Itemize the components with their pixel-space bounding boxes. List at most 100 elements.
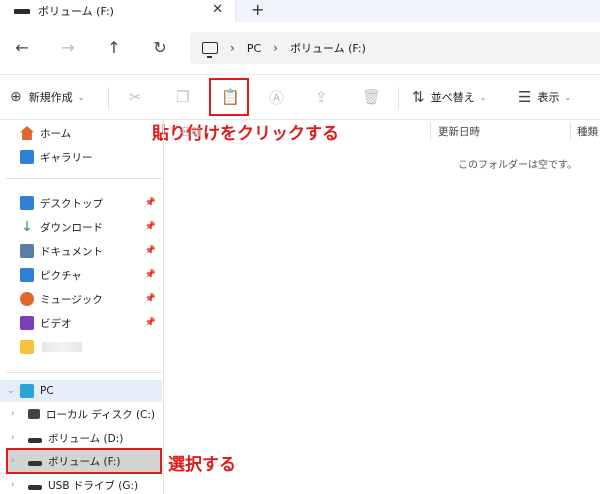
usb-drive-icon [28, 484, 42, 490]
home-icon [20, 126, 34, 140]
chevron-right-icon: › [230, 41, 235, 55]
chevron-right-icon: › [273, 41, 278, 55]
share-icon: ⇪ [315, 88, 328, 106]
pin-icon[interactable]: 📌 [145, 318, 156, 328]
divider [398, 87, 399, 109]
sidebar-item-label: ボリューム (D:) [48, 432, 124, 445]
sidebar-item-pc[interactable]: ⌄ PC [0, 380, 162, 402]
chevron-down-icon[interactable]: ⌄ [7, 386, 15, 396]
column-divider[interactable] [570, 122, 571, 140]
delete-button[interactable]: 🗑 [362, 86, 381, 108]
new-button[interactable]: ⊕ 新規作成 ⌄ [10, 86, 84, 108]
tab-bar: ボリューム (F:) ✕ + [0, 0, 600, 22]
gallery-icon [20, 150, 34, 164]
chevron-down-icon: ⌄ [564, 92, 572, 102]
sort-icon: ⇅ [412, 88, 425, 106]
drive-icon [14, 8, 30, 14]
chevron-down-icon: ⌄ [77, 92, 85, 102]
sidebar-item-label: ギャラリー [40, 151, 93, 164]
sidebar-item-label: PC [40, 385, 54, 397]
pictures-icon [20, 268, 34, 282]
rename-button[interactable]: Ⓐ [269, 86, 284, 108]
empty-folder-message: このフォルダーは空です。 [458, 160, 577, 171]
sidebar-item-label: ホーム [40, 127, 72, 140]
share-button[interactable]: ⇪ [315, 86, 328, 108]
trash-icon: 🗑 [362, 88, 382, 106]
pin-icon[interactable]: 📌 [145, 270, 156, 280]
scissors-icon: ✂ [129, 88, 142, 106]
sidebar-item-drive-c[interactable]: › ローカル ディスク (C:) [0, 403, 162, 425]
divider [108, 87, 109, 109]
sidebar-item-documents[interactable]: ドキュメント 📌 [0, 240, 162, 262]
windows-drive-icon [28, 409, 40, 419]
folder-icon [20, 340, 34, 354]
sidebar-item-label: ミュージック [40, 293, 103, 306]
navigation-bar: ← → ↑ ↻ › PC › ボリューム (F:) [0, 22, 600, 74]
sidebar-item-label: ダウンロード [40, 221, 103, 234]
close-tab-icon[interactable]: ✕ [212, 2, 223, 17]
sidebar-item-videos[interactable]: ビデオ 📌 [0, 312, 162, 334]
column-header-type[interactable]: 種類 [577, 120, 598, 142]
view-button[interactable]: ☰ 表示 ⌄ [518, 86, 571, 108]
column-header-name[interactable]: 名前 [180, 120, 201, 142]
pin-icon[interactable]: 📌 [145, 222, 156, 232]
sidebar-item-label: ローカル ディスク (C:) [46, 408, 156, 421]
redacted-label [42, 342, 82, 352]
pin-icon[interactable]: 📌 [145, 294, 156, 304]
select-annotation: 選択する [168, 455, 236, 475]
sort-label: 並べ替え [430, 91, 475, 104]
desktop-icon [20, 196, 34, 210]
view-lines-icon: ☰ [518, 88, 532, 106]
pc-icon [20, 384, 34, 398]
copy-button[interactable]: ❐ [176, 86, 189, 108]
chevron-right-icon[interactable]: › [11, 480, 15, 490]
video-icon [20, 316, 34, 330]
rename-icon: Ⓐ [269, 88, 285, 107]
sidebar-item-label: ピクチャ [40, 269, 82, 282]
select-highlight-box [6, 448, 162, 474]
pin-icon[interactable]: 📌 [145, 246, 156, 256]
address-bar[interactable]: › PC › ボリューム (F:) [190, 32, 600, 64]
sidebar-item-pictures[interactable]: ピクチャ 📌 [0, 264, 162, 286]
divider [6, 372, 162, 373]
breadcrumb-volume-f[interactable]: ボリューム (F:) [290, 40, 366, 56]
pin-icon[interactable]: 📌 [145, 198, 156, 208]
monitor-icon [202, 42, 218, 58]
navigation-pane: ホーム ギャラリー デスクトップ 📌 ↓ ダウンロード 📌 ドキュメント 📌 ピ… [0, 120, 164, 494]
column-divider[interactable] [430, 122, 431, 140]
sidebar-item-gallery[interactable]: ギャラリー [0, 146, 162, 168]
sort-button[interactable]: ⇅ 並べ替え ⌄ [412, 86, 486, 108]
sidebar-item-home[interactable]: ホーム [0, 122, 162, 144]
sidebar-item-label: USB ドライブ (G:) [48, 479, 139, 492]
back-button[interactable]: ← [12, 38, 32, 58]
sidebar-item-drive-g[interactable]: › USB ドライブ (G:) [0, 474, 162, 494]
sidebar-item-downloads[interactable]: ↓ ダウンロード 📌 [0, 216, 162, 238]
sidebar-item-label: デスクトップ [40, 197, 103, 210]
command-bar: ⊕ 新規作成 ⌄ ✂ ❐ 📋 Ⓐ ⇪ 🗑 ⇅ 並べ替え ⌄ ☰ 表示 ⌄ [0, 74, 600, 120]
view-label: 表示 [537, 91, 560, 104]
new-label: 新規作成 [28, 91, 73, 104]
new-tab-button[interactable]: + [251, 0, 264, 19]
sidebar-item-desktop[interactable]: デスクトップ 📌 [0, 192, 162, 214]
sidebar-item-folder[interactable] [0, 336, 162, 358]
breadcrumb-pc[interactable]: PC [247, 42, 261, 55]
sidebar-item-drive-d[interactable]: › ボリューム (D:) [0, 427, 162, 449]
download-icon: ↓ [21, 219, 33, 235]
chevron-right-icon[interactable]: › [11, 409, 15, 419]
forward-button[interactable]: → [58, 38, 78, 58]
refresh-button[interactable]: ↻ [150, 38, 170, 58]
cut-button[interactable]: ✂ [129, 86, 142, 108]
chevron-down-icon: ⌄ [479, 92, 487, 102]
drive-icon [28, 437, 42, 443]
divider [6, 178, 162, 179]
column-header-modified[interactable]: 更新日時 [438, 120, 480, 142]
chevron-right-icon[interactable]: › [11, 433, 15, 443]
sidebar-item-label: ビデオ [40, 317, 72, 330]
sidebar-item-music[interactable]: ミュージック 📌 [0, 288, 162, 310]
documents-icon [20, 244, 34, 258]
up-button[interactable]: ↑ [104, 38, 124, 58]
plus-circle-icon: ⊕ [10, 89, 22, 105]
tab-volume-f[interactable]: ボリューム (F:) ✕ [0, 0, 236, 22]
copy-icon: ❐ [176, 88, 190, 106]
sidebar-item-label: ドキュメント [40, 245, 103, 258]
